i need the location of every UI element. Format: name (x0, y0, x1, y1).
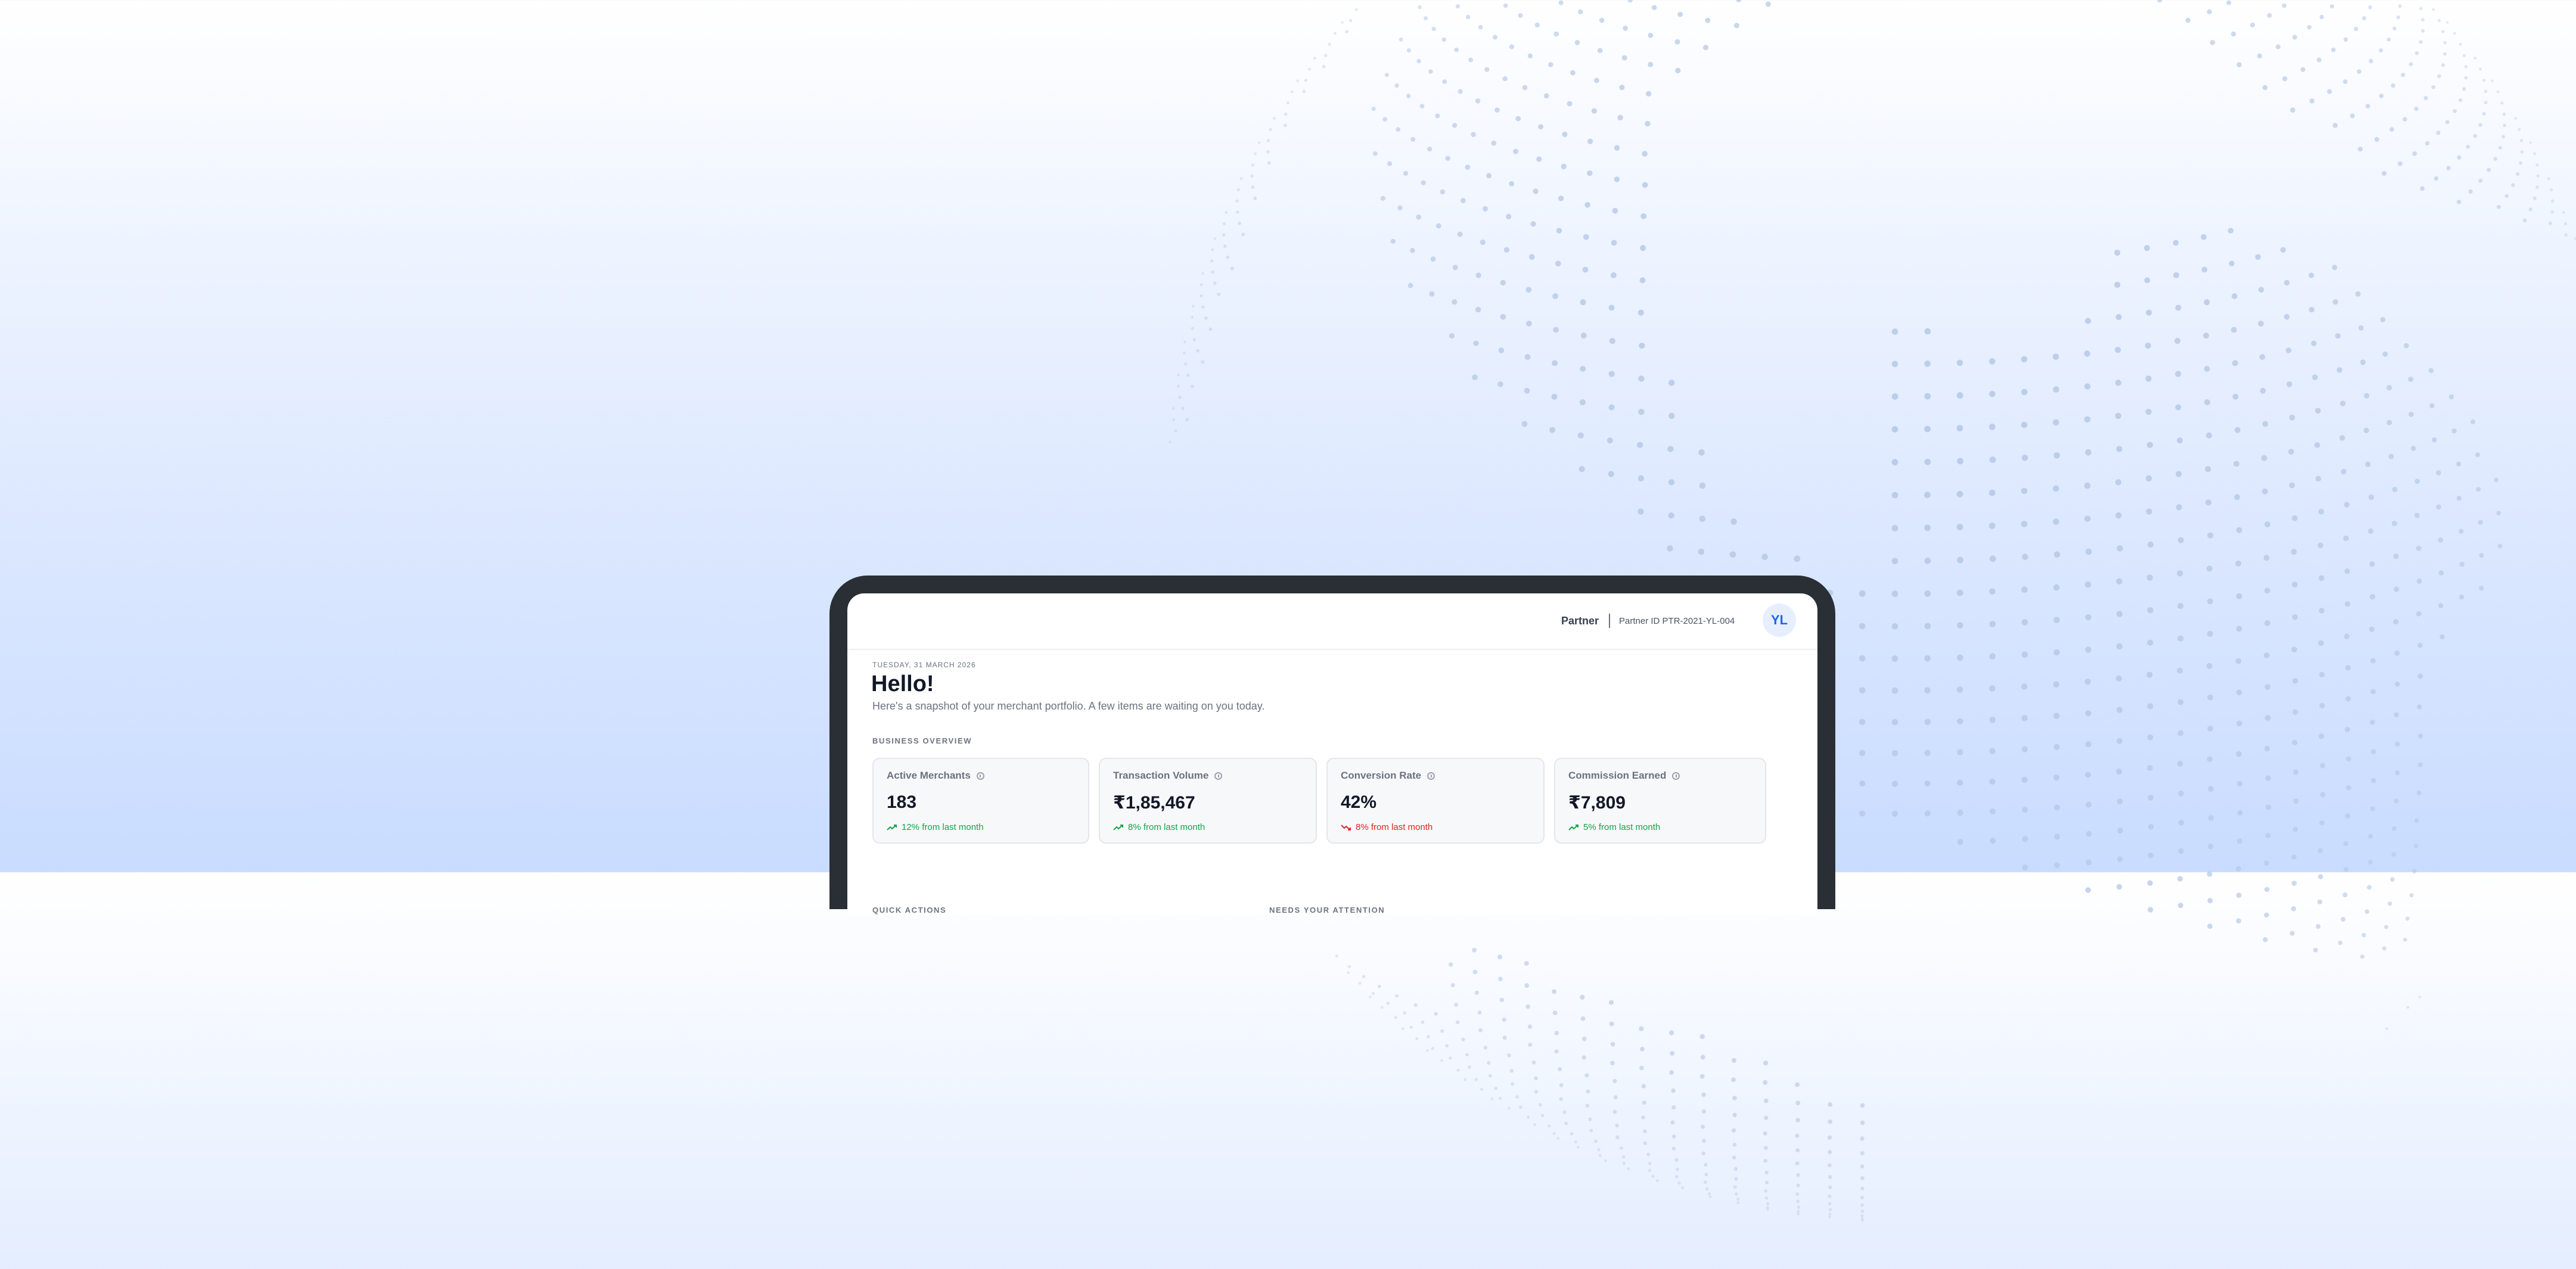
metric-card-conversion-rate[interactable]: Conversion Rate 42% 8% from last month (1326, 758, 1545, 844)
metric-card-delta: 8% from last month (1341, 822, 1433, 832)
partner-id: Partner ID PTR-2021-YL-004 (1619, 616, 1735, 626)
info-icon[interactable] (977, 772, 984, 780)
page-title: Hello! (871, 671, 934, 697)
metric-card-title-wrap: Transaction Volume (1113, 770, 1222, 782)
trend-down-icon (1341, 824, 1351, 831)
trend-up-icon (1113, 824, 1124, 831)
metric-card-title-wrap: Conversion Rate (1341, 770, 1435, 782)
info-icon[interactable] (1427, 772, 1435, 780)
metric-card-transaction-volume[interactable]: Transaction Volume ₹1,85,467 8% from las… (1099, 758, 1317, 844)
metric-card-value: ₹7,809 (1568, 792, 1626, 813)
metric-card-title-wrap: Active Merchants (887, 770, 984, 782)
avatar[interactable]: YL (1763, 604, 1796, 637)
metric-card-title: Active Merchants (887, 770, 971, 782)
metric-card-title: Transaction Volume (1113, 770, 1208, 782)
section-label-needs-attention: NEEDS YOUR ATTENTION (1269, 906, 1385, 915)
metric-card-value: 183 (887, 792, 916, 813)
info-icon[interactable] (1672, 772, 1680, 780)
tablet-frame: Partner Partner ID PTR-2021-YL-004 YL TU… (829, 576, 1835, 909)
current-date: TUESDAY, 31 MARCH 2026 (872, 661, 976, 669)
role-label: Partner (1561, 615, 1599, 627)
metric-card-delta: 5% from last month (1568, 822, 1660, 832)
metric-card-value: ₹1,85,467 (1113, 792, 1195, 813)
metric-card-delta-text: 8% from last month (1128, 822, 1205, 832)
metric-card-delta: 8% from last month (1113, 822, 1205, 832)
section-label-business-overview: BUSINESS OVERVIEW (872, 736, 972, 745)
metric-card-delta-text: 8% from last month (1356, 822, 1433, 832)
metric-card-title-wrap: Commission Earned (1568, 770, 1680, 782)
trend-up-icon (887, 824, 897, 831)
metric-card-title: Commission Earned (1568, 770, 1666, 782)
metric-card-value: 42% (1341, 792, 1376, 813)
section-label-quick-actions: QUICK ACTIONS (872, 906, 946, 915)
top-bar: Partner Partner ID PTR-2021-YL-004 YL (847, 593, 1817, 650)
trend-up-icon (1568, 824, 1579, 831)
metric-card-commission-earned[interactable]: Commission Earned ₹7,809 5% from last mo… (1554, 758, 1766, 844)
metric-card-delta-text: 12% from last month (902, 822, 984, 832)
metric-card-active-merchants[interactable]: Active Merchants 183 12% from last month (872, 758, 1089, 844)
dashboard-screen: Partner Partner ID PTR-2021-YL-004 YL TU… (847, 593, 1817, 915)
info-icon[interactable] (1214, 772, 1222, 780)
page-subtitle: Here's a snapshot of your merchant portf… (872, 700, 1264, 713)
metric-card-delta: 12% from last month (887, 822, 984, 832)
header-divider (1609, 614, 1610, 628)
metric-card-delta-text: 5% from last month (1583, 822, 1660, 832)
metric-card-title: Conversion Rate (1341, 770, 1421, 782)
